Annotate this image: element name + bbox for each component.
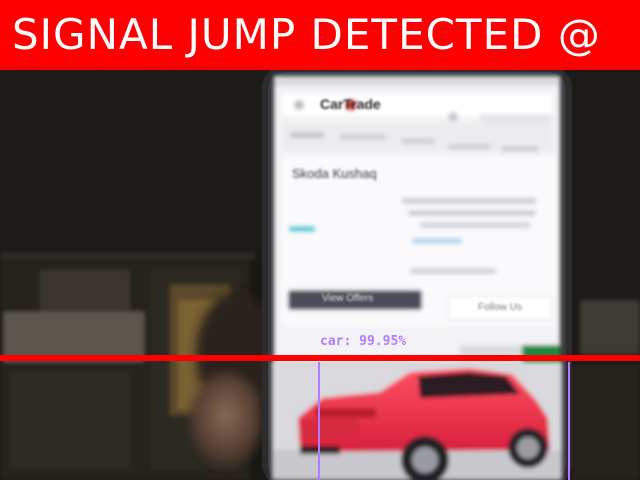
detection-label: car: 99.95%: [320, 334, 407, 349]
phone-button-text: View Offers: [322, 293, 374, 304]
detection-confidence: 99.95%: [359, 334, 407, 349]
signal-marker-line: [0, 355, 640, 361]
phone-listing-title: Skoda Kushaq: [292, 166, 377, 181]
phone-screen: [274, 76, 560, 367]
detection-box-right: [568, 362, 570, 480]
camera-frame: [0, 0, 640, 480]
detection-class: car: [320, 334, 344, 349]
phone-brand: CarTrade: [320, 96, 381, 112]
alert-text: SIGNAL JUMP DETECTED @: [12, 10, 601, 59]
alert-banner: SIGNAL JUMP DETECTED @: [0, 0, 640, 70]
phone-secondary-button: Follow Us: [478, 302, 522, 313]
detection-box-left: [318, 362, 320, 480]
room-wall: [0, 70, 270, 250]
car-photo: [272, 362, 562, 480]
